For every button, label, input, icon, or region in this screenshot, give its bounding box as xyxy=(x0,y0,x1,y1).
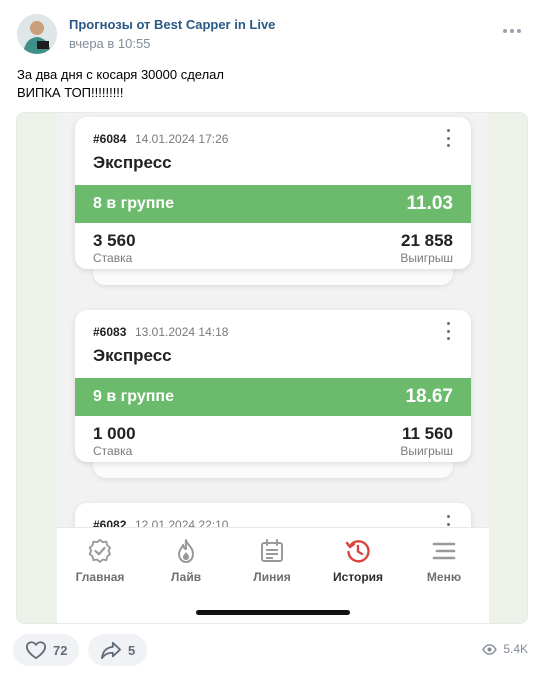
post-text: За два дня с косаря 30000 сделал ВИПКА Т… xyxy=(17,66,224,102)
tab-label: Главная xyxy=(75,570,125,584)
eye-icon xyxy=(482,643,498,655)
heart-icon xyxy=(25,641,46,660)
win-label: Выигрыш xyxy=(400,251,453,265)
share-button[interactable]: 5 xyxy=(88,634,148,666)
like-button[interactable]: 72 xyxy=(13,634,80,666)
win-label: Выигрыш xyxy=(400,444,453,458)
post-text-line: За два дня с косаря 30000 сделал xyxy=(17,67,224,82)
like-count: 72 xyxy=(53,642,68,658)
bottom-tab-bar: Главная Лайв Линия История Меню xyxy=(57,527,489,623)
badge-check-icon xyxy=(88,538,112,564)
bet-type: Экспресс xyxy=(93,346,172,365)
odds-bar: 9 в группе 18.67 xyxy=(75,378,471,416)
bet-type: Экспресс xyxy=(93,153,172,172)
history-icon xyxy=(345,540,370,563)
post-timestamp[interactable]: вчера в 10:55 xyxy=(69,36,150,51)
bet-card: #6084 14.01.2024 17:26 Экспресс 8 в груп… xyxy=(75,117,471,269)
tab-label: Лайв xyxy=(170,570,202,584)
menu-icon xyxy=(432,542,456,560)
win-value: 11 560 xyxy=(401,424,453,443)
kebab-menu-icon[interactable] xyxy=(445,129,451,147)
group-name-link[interactable]: Прогнозы от Best Capper in Live xyxy=(69,17,275,32)
home-indicator xyxy=(196,610,350,615)
tab-home[interactable]: Главная xyxy=(57,538,143,590)
views-count: 5.4K xyxy=(503,642,528,656)
tab-menu[interactable]: Меню xyxy=(401,538,487,590)
share-icon xyxy=(101,641,121,660)
flame-icon xyxy=(178,539,194,563)
stake-label: Ставка xyxy=(93,444,133,458)
post-image[interactable]: #6084 14.01.2024 17:26 Экспресс 8 в груп… xyxy=(16,112,528,624)
share-count: 5 xyxy=(128,642,136,658)
tab-label: Линия xyxy=(253,570,291,584)
tab-live[interactable]: Лайв xyxy=(143,538,229,590)
calendar-icon xyxy=(261,539,283,562)
views-counter: 5.4K xyxy=(482,642,528,656)
post-actions: 72 5 5.4K xyxy=(13,634,528,668)
kebab-menu-icon[interactable] xyxy=(445,322,451,340)
bet-date: 14.01.2024 17:26 xyxy=(135,132,229,146)
post-text-line: ВИПКА ТОП!!!!!!!!! xyxy=(17,85,124,100)
tab-label: Меню xyxy=(426,570,462,584)
stake-value: 3 560 xyxy=(93,231,136,250)
bet-id: #6084 xyxy=(93,132,127,146)
more-options-icon[interactable] xyxy=(503,24,521,38)
group-count: 9 в группе xyxy=(93,388,174,405)
group-avatar[interactable] xyxy=(17,14,57,54)
phone-screenshot: #6084 14.01.2024 17:26 Экспресс 8 в груп… xyxy=(57,113,489,623)
post-header: Прогнозы от Best Capper in Live вчера в … xyxy=(17,14,527,56)
tab-line[interactable]: Линия xyxy=(229,538,315,590)
stake-value: 1 000 xyxy=(93,424,136,443)
tab-history[interactable]: История xyxy=(315,538,401,590)
odds-bar: 8 в группе 11.03 xyxy=(75,185,471,223)
total-odds: 11.03 xyxy=(406,193,454,214)
total-odds: 18.67 xyxy=(405,386,453,407)
group-count: 8 в группе xyxy=(93,195,174,212)
bet-card: #6083 13.01.2024 14:18 Экспресс 9 в груп… xyxy=(75,310,471,462)
bet-id: #6083 xyxy=(93,325,127,339)
tab-label: История xyxy=(332,570,384,584)
bet-date: 13.01.2024 14:18 xyxy=(135,325,229,339)
stake-label: Ставка xyxy=(93,251,133,265)
win-value: 21 858 xyxy=(401,231,453,250)
